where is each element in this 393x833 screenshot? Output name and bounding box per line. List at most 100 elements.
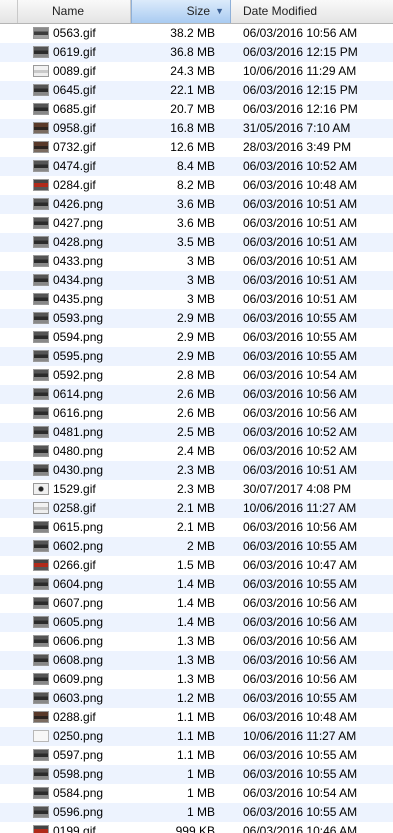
file-date-modified: 06/03/2016 10:52 AM [243,425,358,439]
file-row[interactable]: 0258.gif 2.1 MB 10/06/2016 11:27 AM [0,499,393,518]
file-name: 0428.png [53,235,104,249]
file-row[interactable]: 0602.png 2 MB 06/03/2016 10:55 AM [0,537,393,556]
file-date-modified: 10/06/2016 11:27 AM [243,729,357,743]
file-row[interactable]: 0199.gif 999 KB 06/03/2016 10:46 AM [0,822,393,833]
file-row[interactable]: 0606.png 1.3 MB 06/03/2016 10:56 AM [0,632,393,651]
file-row[interactable]: 0435.png 3 MB 06/03/2016 10:51 AM [0,290,393,309]
column-header-size-label: Size [186,4,210,18]
file-size: 22.1 MB [170,83,215,97]
file-row[interactable]: 0430.png 2.3 MB 06/03/2016 10:51 AM [0,461,393,480]
file-row[interactable]: 0593.png 2.9 MB 06/03/2016 10:55 AM [0,309,393,328]
file-row[interactable]: 0645.gif 22.1 MB 06/03/2016 12:15 PM [0,81,393,100]
file-date-modified: 06/03/2016 10:56 AM [243,672,358,686]
file-size: 1 MB [186,805,215,819]
file-thumbnail-icon [33,293,49,305]
file-size: 1.1 MB [176,748,215,762]
file-row[interactable]: 0428.png 3.5 MB 06/03/2016 10:51 AM [0,233,393,252]
file-row[interactable]: 0592.png 2.8 MB 06/03/2016 10:54 AM [0,366,393,385]
file-thumbnail-icon [33,749,49,761]
file-row[interactable]: 0089.gif 24.3 MB 10/06/2016 11:29 AM [0,62,393,81]
file-row[interactable]: 0616.png 2.6 MB 06/03/2016 10:56 AM [0,404,393,423]
file-row[interactable]: 0615.png 2.1 MB 06/03/2016 10:56 AM [0,518,393,537]
file-name: 0616.png [53,406,104,420]
file-name: 0593.png [53,311,104,325]
file-date-modified: 06/03/2016 10:56 AM [243,615,358,629]
file-row[interactable]: 0685.gif 20.7 MB 06/03/2016 12:16 PM [0,100,393,119]
file-row[interactable]: 0563.gif 38.2 MB 06/03/2016 10:56 AM [0,24,393,43]
file-row[interactable]: 0596.png 1 MB 06/03/2016 10:55 AM [0,803,393,822]
file-size: 1.4 MB [176,577,215,591]
file-size: 1.3 MB [176,653,215,667]
file-row[interactable]: 0288.gif 1.1 MB 06/03/2016 10:48 AM [0,708,393,727]
file-row[interactable]: 0427.png 3.6 MB 06/03/2016 10:51 AM [0,214,393,233]
file-thumbnail-icon [33,730,49,742]
file-size: 24.3 MB [170,64,215,78]
file-thumbnail-icon [33,350,49,362]
file-thumbnail-icon [33,502,49,514]
file-row[interactable]: 0474.gif 8.4 MB 06/03/2016 10:52 AM [0,157,393,176]
column-header-size[interactable]: Size ▼ [131,0,231,23]
file-row[interactable]: 0614.png 2.6 MB 06/03/2016 10:56 AM [0,385,393,404]
file-row[interactable]: 0434.png 3 MB 06/03/2016 10:51 AM [0,271,393,290]
file-row[interactable]: 1529.gif 2.3 MB 30/07/2017 4:08 PM [0,480,393,499]
file-name: 0258.gif [53,501,96,515]
file-row[interactable]: 0426.png 3.6 MB 06/03/2016 10:51 AM [0,195,393,214]
file-name: 0594.png [53,330,104,344]
file-thumbnail-icon [33,65,49,77]
file-thumbnail-icon [33,84,49,96]
file-thumbnail-icon [33,559,49,571]
file-row[interactable]: 0732.gif 12.6 MB 28/03/2016 3:49 PM [0,138,393,157]
file-row[interactable]: 0608.png 1.3 MB 06/03/2016 10:56 AM [0,651,393,670]
file-row[interactable]: 0598.png 1 MB 06/03/2016 10:55 AM [0,765,393,784]
file-row[interactable]: 0609.png 1.3 MB 06/03/2016 10:56 AM [0,670,393,689]
file-row[interactable]: 0481.png 2.5 MB 06/03/2016 10:52 AM [0,423,393,442]
file-thumbnail-icon [33,46,49,58]
file-name: 0284.gif [53,178,96,192]
file-thumbnail-icon [33,274,49,286]
file-name: 0608.png [53,653,104,667]
file-row[interactable]: 0603.png 1.2 MB 06/03/2016 10:55 AM [0,689,393,708]
file-row[interactable]: 0594.png 2.9 MB 06/03/2016 10:55 AM [0,328,393,347]
file-size: 2.6 MB [176,387,215,401]
file-row[interactable]: 0595.png 2.9 MB 06/03/2016 10:55 AM [0,347,393,366]
file-name: 0615.png [53,520,104,534]
file-row[interactable]: 0604.png 1.4 MB 06/03/2016 10:55 AM [0,575,393,594]
file-thumbnail-icon [33,483,49,495]
column-header-name[interactable]: Name [18,0,131,23]
file-name: 0592.png [53,368,104,382]
file-row[interactable]: 0284.gif 8.2 MB 06/03/2016 10:48 AM [0,176,393,195]
file-thumbnail-icon [33,388,49,400]
file-date-modified: 06/03/2016 10:56 AM [243,596,358,610]
file-thumbnail-icon [33,616,49,628]
file-name: 0433.png [53,254,104,268]
file-date-modified: 06/03/2016 10:51 AM [243,197,358,211]
vertical-scrollbar[interactable] [378,24,393,833]
file-thumbnail-icon [33,255,49,267]
file-row[interactable]: 0480.png 2.4 MB 06/03/2016 10:52 AM [0,442,393,461]
file-row[interactable]: 0266.gif 1.5 MB 06/03/2016 10:47 AM [0,556,393,575]
file-name: 0435.png [53,292,104,306]
file-date-modified: 10/06/2016 11:27 AM [243,501,357,515]
file-name: 0609.png [53,672,104,686]
file-row[interactable]: 0584.png 1 MB 06/03/2016 10:54 AM [0,784,393,803]
column-header-spacer [0,0,18,23]
file-row[interactable]: 0607.png 1.4 MB 06/03/2016 10:56 AM [0,594,393,613]
file-size: 2.9 MB [176,330,215,344]
file-thumbnail-icon [33,331,49,343]
file-name: 0434.png [53,273,104,287]
file-size: 16.8 MB [170,121,215,135]
file-name: 0595.png [53,349,104,363]
file-date-modified: 06/03/2016 10:51 AM [243,292,358,306]
file-row[interactable]: 0597.png 1.1 MB 06/03/2016 10:55 AM [0,746,393,765]
column-header-date-modified[interactable]: Date Modified [231,0,393,23]
file-row[interactable]: 0433.png 3 MB 06/03/2016 10:51 AM [0,252,393,271]
file-thumbnail-icon [33,426,49,438]
file-row[interactable]: 0958.gif 16.8 MB 31/05/2016 7:10 AM [0,119,393,138]
file-date-modified: 28/03/2016 3:49 PM [243,140,352,154]
file-row[interactable]: 0605.png 1.4 MB 06/03/2016 10:56 AM [0,613,393,632]
file-name: 0606.png [53,634,104,648]
file-row[interactable]: 0619.gif 36.8 MB 06/03/2016 12:15 PM [0,43,393,62]
file-name: 0199.gif [53,824,96,833]
file-row[interactable]: 0250.png 1.1 MB 10/06/2016 11:27 AM [0,727,393,746]
file-date-modified: 06/03/2016 10:55 AM [243,311,358,325]
